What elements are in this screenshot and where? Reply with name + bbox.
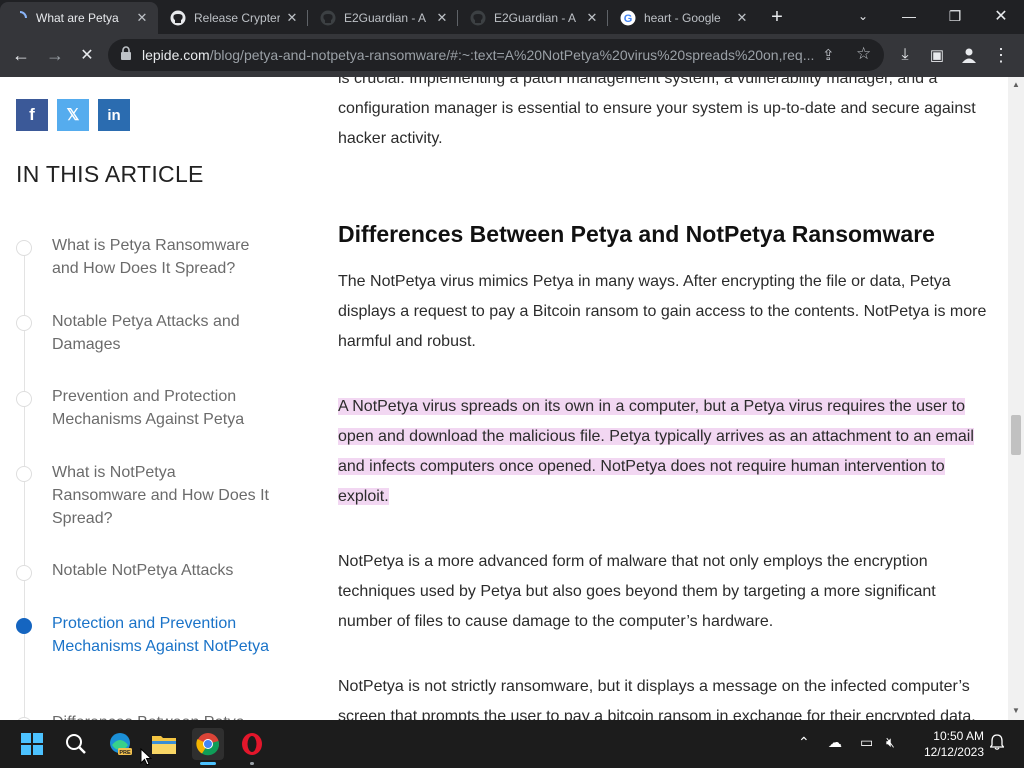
notification-bell-icon[interactable] <box>989 734 1005 753</box>
menu-kebab-icon[interactable]: ⋮ <box>986 40 1016 70</box>
svg-text:G: G <box>624 13 633 25</box>
section-heading: Differences Between Petya and NotPetya R… <box>338 221 935 247</box>
scroll-up-arrow-icon[interactable]: ▲ <box>1012 80 1020 89</box>
lock-icon[interactable] <box>120 45 132 65</box>
toc-item-notpetya-attacks[interactable]: Notable NotPetya Attacks <box>52 559 272 582</box>
web-page: f 𝕏 in IN THIS ARTICLE What is Petya Ran… <box>0 77 1008 720</box>
toc-dot <box>16 315 32 331</box>
toc-dot <box>16 240 32 256</box>
system-clock[interactable]: 10:50 AM 12/12/2023 <box>914 728 984 760</box>
toc-heading: IN THIS ARTICLE <box>16 161 204 187</box>
new-tab-button[interactable]: + <box>764 6 790 28</box>
tab-heart-google[interactable]: G heart - Google ✕ <box>608 2 758 34</box>
article-intro-paragraph: is crucial. Implementing a patch managem… <box>338 77 976 147</box>
clock-time: 10:50 AM <box>933 729 984 743</box>
tab-e2guardian-1[interactable]: E2Guardian - A ✕ <box>308 2 458 34</box>
tab-close-icon[interactable]: ✕ <box>734 10 750 26</box>
toc-dot <box>16 565 32 581</box>
toc-item-notpetya-protection[interactable]: Protection and Prevention Mechanisms Aga… <box>52 612 272 658</box>
github-favicon-icon <box>320 10 336 26</box>
forward-button[interactable]: → <box>40 40 70 70</box>
windows-start-icon[interactable] <box>16 728 48 760</box>
chrome-icon[interactable] <box>192 728 224 765</box>
clock-date: 12/12/2023 <box>923 745 984 759</box>
article-paragraph-1: The NotPetya virus mimics Petya in many … <box>338 273 987 350</box>
download-icon[interactable]: ⤓ <box>890 40 920 70</box>
address-bar[interactable]: lepide.com/blog/petya-and-notpetya-ranso… <box>108 39 884 71</box>
page-scrollbar[interactable]: ▲ ▼ <box>1008 77 1024 720</box>
linkedin-share-button[interactable]: in <box>98 99 130 131</box>
toc-item-petya-spread[interactable]: What is Petya Ransomware and How Does It… <box>52 234 272 280</box>
tab-close-icon[interactable]: ✕ <box>134 10 150 26</box>
tab-petya[interactable]: What are Petya ✕ <box>0 2 158 34</box>
tab-search-button[interactable]: ⌄ <box>840 0 886 32</box>
cloud-sync-icon[interactable]: ☁ <box>828 734 842 751</box>
toc-item-notpetya-spread[interactable]: What is NotPetya Ransomware and How Does… <box>52 461 272 530</box>
url-text[interactable]: lepide.com/blog/petya-and-notpetya-ranso… <box>142 47 822 63</box>
github-favicon-icon <box>470 10 486 26</box>
article-paragraph-4: NotPetya is not strictly ransomware, but… <box>338 678 976 720</box>
tab-close-icon[interactable]: ✕ <box>284 10 300 26</box>
toc-item-differences[interactable]: Differences Between Petya <box>52 711 272 720</box>
google-favicon-icon: G <box>620 10 636 26</box>
scrollbar-thumb[interactable] <box>1011 415 1021 455</box>
back-button[interactable]: ← <box>6 40 36 70</box>
article-paragraph-2-highlighted: A NotPetya virus spreads on its own in a… <box>338 392 990 512</box>
windows-taskbar: PRE ⌃ ☁ ▭ 🔇︎ 10:50 AM 12/12/2023 <box>0 720 1024 768</box>
stop-loading-button[interactable]: ✕ <box>72 40 102 70</box>
toc-dot-active <box>16 618 32 634</box>
side-panel-icon[interactable]: ▣ <box>922 40 952 70</box>
profile-icon[interactable] <box>954 40 984 70</box>
volume-muted-icon[interactable]: 🔇︎ <box>886 734 895 751</box>
share-icon[interactable]: ⇪ <box>822 46 835 64</box>
toc-dot <box>16 391 32 407</box>
window-close-button[interactable]: ✕ <box>978 0 1024 32</box>
svg-text:PRE: PRE <box>119 750 131 756</box>
tab-close-icon[interactable]: ✕ <box>584 10 600 26</box>
toc-item-petya-prevention[interactable]: Prevention and Protection Mechanisms Aga… <box>52 385 272 431</box>
mouse-cursor-icon <box>140 747 153 768</box>
github-favicon-icon <box>170 10 186 26</box>
minimize-button[interactable]: — <box>886 0 932 32</box>
bookmark-star-icon[interactable]: ☆ <box>856 44 871 64</box>
show-hidden-icons-chevron[interactable]: ⌃ <box>798 734 810 751</box>
tab-release-crypter[interactable]: Release Crypter ✕ <box>158 2 308 34</box>
opera-icon[interactable] <box>236 728 268 765</box>
tab-strip: What are Petya ✕ Release Crypter ✕ E2Gua… <box>0 0 1024 34</box>
text-fragment-highlight: A NotPetya virus spreads on its own in a… <box>338 398 974 505</box>
article-paragraph-3: NotPetya is a more advanced form of malw… <box>338 553 936 630</box>
toc-item-petya-attacks[interactable]: Notable Petya Attacks and Damages <box>52 310 272 356</box>
browser-toolbar: ← → ✕ lepide.com/blog/petya-and-notpetya… <box>0 34 1024 77</box>
search-icon[interactable] <box>60 728 92 760</box>
restore-button[interactable]: ❐ <box>932 0 978 32</box>
file-explorer-icon[interactable] <box>148 728 180 760</box>
tab-close-icon[interactable]: ✕ <box>434 10 450 26</box>
facebook-share-button[interactable]: f <box>16 99 48 131</box>
scroll-down-arrow-icon[interactable]: ▼ <box>1012 706 1020 715</box>
loading-favicon-icon <box>12 10 28 26</box>
network-icon[interactable]: ▭ <box>860 734 873 751</box>
edge-preview-icon[interactable]: PRE <box>104 728 136 760</box>
tab-e2guardian-2[interactable]: E2Guardian - A ✕ <box>458 2 608 34</box>
toc-dot <box>16 466 32 482</box>
twitter-share-button[interactable]: 𝕏 <box>57 99 89 131</box>
